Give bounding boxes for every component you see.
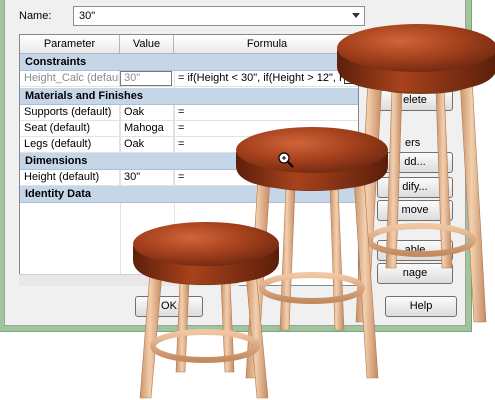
short-stool bbox=[133, 222, 279, 399]
stool-renderings bbox=[133, 24, 495, 399]
screenshot-stage: Name: 30" Parameter Value Formula Constr… bbox=[0, 0, 495, 400]
